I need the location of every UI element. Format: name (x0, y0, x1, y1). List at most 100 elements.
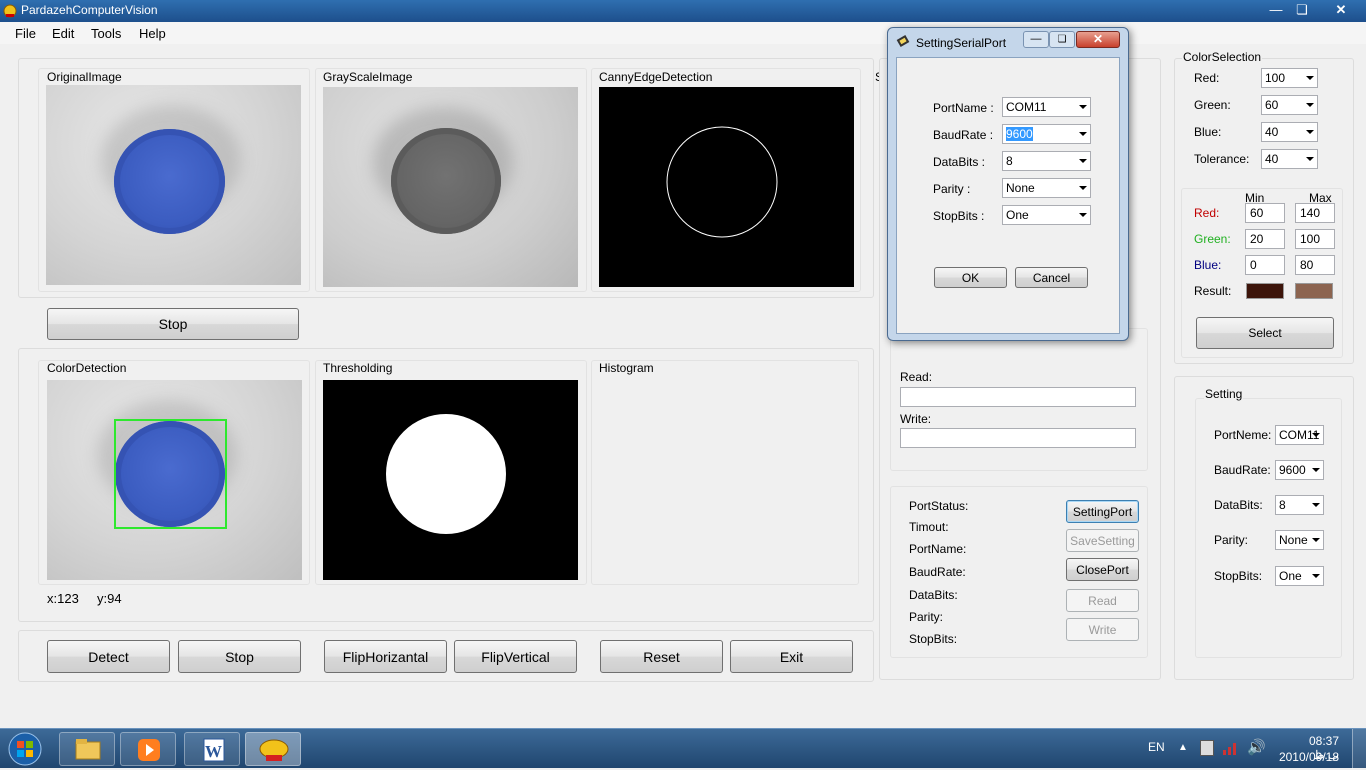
minimize-icon[interactable]: — (1263, 0, 1289, 20)
cs-green-select[interactable]: 60 (1261, 95, 1318, 115)
chevron-down-icon (1079, 186, 1087, 190)
coord-y: y:94 (97, 591, 122, 606)
save-setting-button[interactable]: SaveSetting (1066, 529, 1139, 552)
setting-baud-select[interactable]: 9600 (1275, 460, 1324, 480)
read-input[interactable] (900, 387, 1136, 407)
flip-vertical-button[interactable]: FlipVertical (454, 640, 577, 673)
word-icon[interactable]: W (184, 732, 240, 766)
dlg-parity-label: Parity : (933, 182, 971, 196)
cs-blue-select[interactable]: 40 (1261, 122, 1318, 142)
green-min-input[interactable]: 20 (1245, 229, 1285, 249)
timeout-label: Timout: (909, 520, 949, 534)
setting-databits-select[interactable]: 8 (1275, 495, 1324, 515)
show-hidden-icon[interactable]: ▲ (1178, 742, 1188, 753)
volume-icon[interactable]: 🔊 (1247, 738, 1266, 756)
dialog-ok-button[interactable]: OK (934, 267, 1007, 288)
stop-button[interactable]: Stop (178, 640, 301, 673)
cs-red-label: Red: (1194, 71, 1220, 85)
title-bar: PardazehComputerVision — ❏ ✕ (0, 0, 1366, 22)
network-icon[interactable] (1200, 740, 1214, 756)
dlg-baud-select[interactable]: 9600 (1002, 124, 1091, 144)
setting-stopbits-label: StopBits: (1214, 569, 1263, 583)
language-indicator[interactable]: EN (1148, 740, 1165, 754)
flip-horizontal-button[interactable]: FlipHorizantal (324, 640, 447, 673)
setting-databits-label: DataBits: (1214, 498, 1263, 512)
cs-green-label: Green: (1194, 98, 1231, 112)
chevron-down-icon (1306, 103, 1314, 107)
portname-status-label: PortName: (909, 542, 967, 556)
red-max-input[interactable]: 140 (1295, 203, 1335, 223)
canny-label: CannyEdgeDetection (599, 70, 713, 84)
dialog-close-icon[interactable]: ✕ (1076, 31, 1120, 48)
cs-tolerance-select[interactable]: 40 (1261, 149, 1318, 169)
dlg-databits-value: 8 (1006, 154, 1013, 168)
dialog-minimize-icon[interactable]: — (1023, 31, 1049, 48)
gray-label: GrayScaleImage (323, 70, 413, 84)
camera-stop-button[interactable]: Stop (47, 308, 299, 340)
range-green-label: Green: (1194, 232, 1231, 246)
setting-parity-value: None (1279, 533, 1308, 547)
dlg-parity-select[interactable]: None (1002, 178, 1091, 198)
menu-help[interactable]: Help (139, 26, 166, 41)
signal-icon[interactable] (1222, 738, 1240, 756)
cs-tolerance-value: 40 (1265, 152, 1279, 166)
range-red-label: Red: (1194, 206, 1220, 220)
dlg-stopbits-select[interactable]: One (1002, 205, 1091, 225)
chevron-down-icon (1079, 159, 1087, 163)
menu-edit[interactable]: Edit (52, 26, 74, 41)
result-min-swatch (1246, 283, 1284, 299)
windows-start-icon[interactable] (5, 731, 45, 767)
setting-baud-label: BaudRate: (1214, 463, 1271, 477)
chevron-down-icon (1312, 468, 1320, 472)
setting-parity-select[interactable]: None (1275, 530, 1324, 550)
dialog-cancel-button[interactable]: Cancel (1015, 267, 1088, 288)
setting-baud-value: 9600 (1279, 463, 1306, 477)
select-button[interactable]: Select (1196, 317, 1334, 349)
write-label: Write: (900, 412, 932, 426)
close-icon[interactable]: ✕ (1318, 0, 1364, 20)
cs-blue-label: Blue: (1194, 125, 1222, 139)
setting-port-select[interactable]: COM11 (1275, 425, 1324, 445)
baudrate-status-label: BaudRate: (909, 565, 966, 579)
databits-status-label: DataBits: (909, 588, 958, 602)
write-button[interactable]: Write (1066, 618, 1139, 641)
menu-tools[interactable]: Tools (91, 26, 121, 41)
dlg-stopbits-value: One (1006, 208, 1029, 222)
dlg-portname-select[interactable]: COM11 (1002, 97, 1091, 117)
dlg-databits-label: DataBits : (933, 155, 986, 169)
close-port-button[interactable]: ClosePort (1066, 558, 1139, 581)
dlg-databits-select[interactable]: 8 (1002, 151, 1091, 171)
cs-green-value: 60 (1265, 98, 1279, 112)
maximize-icon[interactable]: ❏ (1289, 0, 1315, 20)
dialog-maximize-icon[interactable]: ❏ (1049, 31, 1075, 48)
exit-button[interactable]: Exit (730, 640, 853, 673)
blue-max-input[interactable]: 80 (1295, 255, 1335, 275)
write-input[interactable] (900, 428, 1136, 448)
cs-red-select[interactable]: 100 (1261, 68, 1318, 88)
green-max-input[interactable]: 100 (1295, 229, 1335, 249)
menu-file[interactable]: File (15, 26, 36, 41)
setting-port-label: PortNeme: (1214, 428, 1272, 442)
setting-port-button[interactable]: SettingPort (1066, 500, 1139, 523)
color-detection-label: ColorDetection (47, 361, 127, 375)
range-blue-label: Blue: (1194, 258, 1222, 272)
color-selection-title: ColorSelection (1182, 50, 1263, 64)
original-image (46, 85, 301, 285)
clock-date[interactable]: 2010/09/18 (1273, 750, 1339, 764)
media-player-icon[interactable] (120, 732, 176, 766)
red-min-input[interactable]: 60 (1245, 203, 1285, 223)
read-button[interactable]: Read (1066, 589, 1139, 612)
app-taskbar-icon[interactable] (245, 732, 301, 766)
menu-bar (0, 22, 1366, 44)
explorer-icon[interactable] (59, 732, 115, 766)
color-detection-image (47, 380, 302, 580)
show-desktop-button[interactable] (1352, 729, 1366, 769)
dlg-baud-label: BaudRate : (933, 128, 994, 142)
chevron-down-icon (1306, 76, 1314, 80)
detection-box (114, 419, 227, 529)
blue-min-input[interactable]: 0 (1245, 255, 1285, 275)
detect-button[interactable]: Detect (47, 640, 170, 673)
reset-button[interactable]: Reset (600, 640, 723, 673)
stopbits-status-label: StopBits: (909, 632, 958, 646)
setting-stopbits-select[interactable]: One (1275, 566, 1324, 586)
